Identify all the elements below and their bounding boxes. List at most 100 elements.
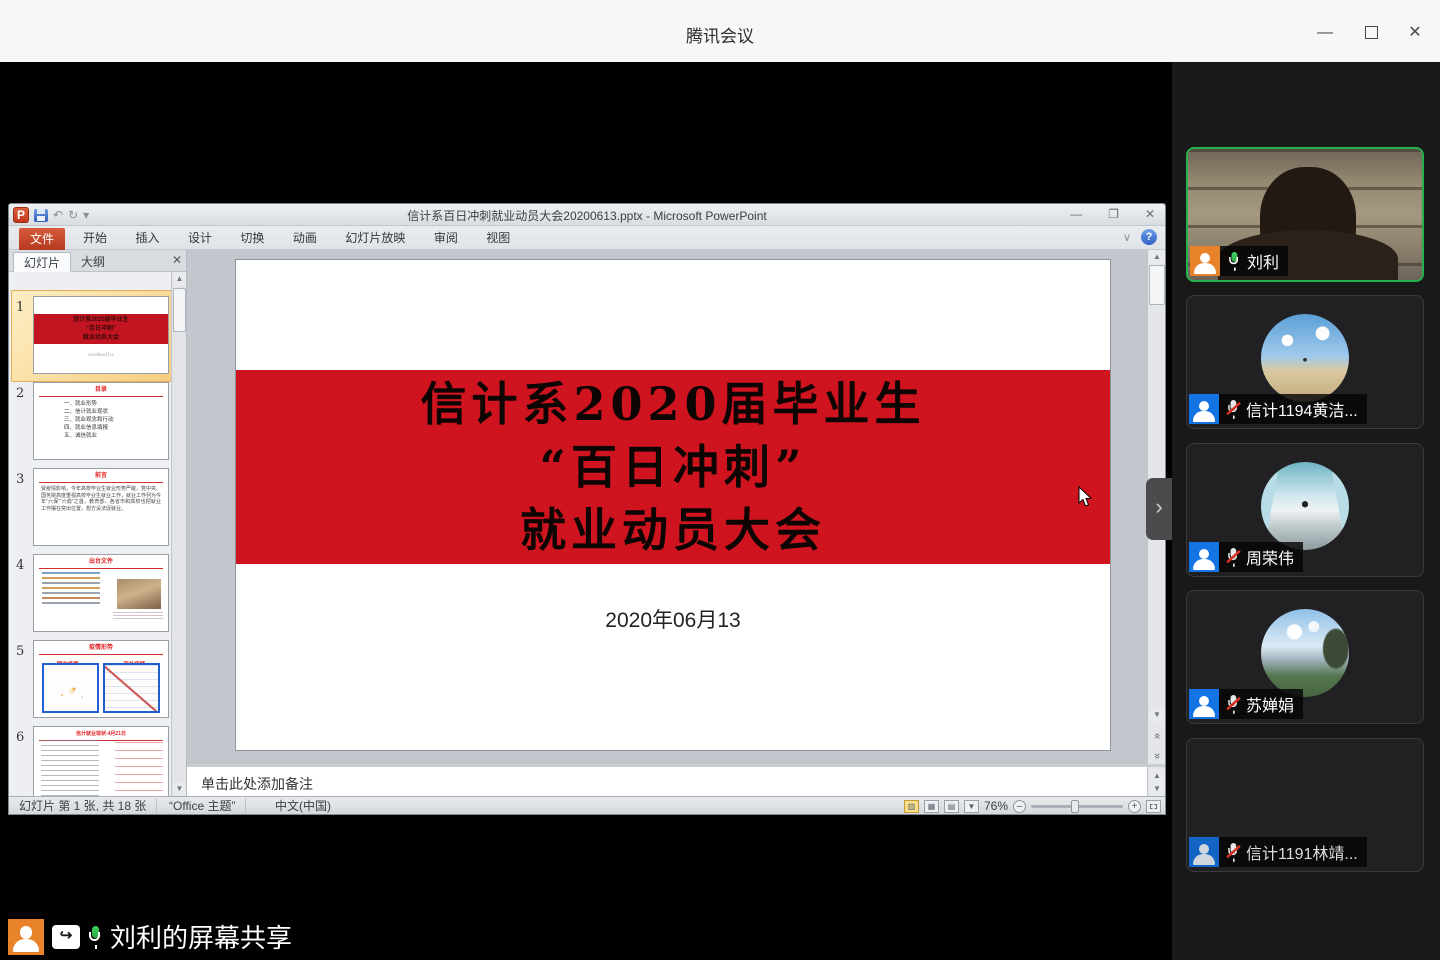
ppt-window-title: 信计系百日冲刺就业动员大会20200613.pptx - Microsoft P…	[407, 209, 767, 223]
participant-name: 信计1194黄洁...	[1246, 403, 1358, 420]
zoom-slider[interactable]	[1031, 799, 1123, 813]
status-slide-counter: 幻灯片 第 1 张, 共 18 张	[9, 798, 158, 814]
tab-insert[interactable]: 插入	[123, 226, 171, 250]
meeting-titlebar: 腾讯会议 — ✕	[0, 0, 1440, 62]
participant-tile[interactable]: 苏婵娟	[1186, 590, 1424, 724]
save-icon[interactable]	[34, 208, 48, 222]
pane-tab-slides[interactable]: 幻灯片	[13, 252, 72, 272]
thumb4-text-line	[42, 572, 100, 574]
tab-animations[interactable]: 动画	[281, 226, 329, 250]
powerpoint-logo-icon[interactable]: P	[13, 207, 29, 223]
scroll-up-icon[interactable]: ▲	[1149, 769, 1165, 783]
participant-badge-icon	[1189, 394, 1219, 424]
thumb-number: 1	[16, 300, 25, 315]
participant-avatar	[1261, 462, 1349, 550]
zoom-out-icon[interactable]: –	[1013, 799, 1026, 813]
screen-share-stage: P ↶ ↻ ▾ 信计系百日冲刺就业动员大会20200613.pptx - Mic…	[0, 62, 1172, 960]
maximize-icon[interactable]	[1362, 24, 1380, 42]
notes-pane[interactable]: 单击此处添加备注	[187, 764, 1147, 796]
redo-icon[interactable]: ↻	[68, 208, 78, 222]
mic-on-icon	[1228, 251, 1239, 271]
minimize-icon[interactable]: —	[1316, 24, 1334, 42]
scroll-down-icon[interactable]: ▼	[173, 782, 186, 796]
ppt-restore-icon[interactable]: ❐	[1108, 207, 1119, 221]
tab-home[interactable]: 开始	[71, 226, 119, 250]
close-icon[interactable]: ✕	[1406, 24, 1424, 42]
scrollbar-thumb[interactable]	[173, 288, 186, 332]
host-badge-icon	[1190, 246, 1220, 276]
participant-badge-icon	[1189, 542, 1219, 572]
ppt-close-icon[interactable]: ✕	[1145, 207, 1155, 221]
scroll-down-icon[interactable]: ▼	[1149, 782, 1165, 796]
slide-thumbnail-1[interactable]: 信计系2020届毕业生 “百日冲刺” 就业动员大会 2020年06月13	[33, 296, 169, 374]
slide-thumbnail-6[interactable]: 信计就业现状-4月21日	[33, 726, 169, 806]
scrollbar-thumb[interactable]	[1149, 265, 1165, 305]
slide-thumbnail-4[interactable]: 出台文件	[33, 554, 169, 632]
thumbnail-scrollbar[interactable]: ▲ ▼	[171, 272, 186, 796]
thumb5-trend-chart	[103, 663, 160, 713]
tab-view[interactable]: 视图	[474, 226, 522, 250]
normal-view-icon[interactable]: ▥	[903, 799, 919, 813]
fit-to-window-icon[interactable]	[1146, 799, 1161, 813]
thumbnail-list: 1 信计系2020届毕业生 “百日冲刺” 就业动员大会 2020年06月13 2…	[9, 272, 175, 806]
ribbon-expand-icon[interactable]: ∨	[1123, 231, 1131, 244]
tab-transitions[interactable]: 切换	[228, 226, 276, 250]
thumb-number: 6	[16, 730, 25, 745]
reading-view-icon[interactable]: ▤	[943, 799, 959, 813]
zoom-in-icon[interactable]: +	[1128, 799, 1141, 813]
slide-thumbnail-3[interactable]: 前言 受疫情影响，今年高校毕业生就业形势严峻，党中央、国务院高度重视高校毕业生就…	[33, 468, 169, 546]
meeting-title: 腾讯会议	[686, 27, 754, 46]
thumb1-date: 2020年06月13	[88, 352, 114, 357]
participant-tile[interactable]: 信计1191林靖...	[1186, 738, 1424, 872]
slide-title-line: “百日冲刺”	[539, 439, 807, 494]
thumb-number: 3	[16, 472, 25, 487]
scroll-up-icon[interactable]: ▲	[1149, 250, 1165, 264]
zoom-percent[interactable]: 76%	[984, 799, 1008, 813]
thumb4-text-line	[42, 597, 100, 599]
slide-thumbnail-2[interactable]: 目录 一、就业形势 二、信计就业现状 三、就业观念和行动 四、就业信息填报 五、…	[33, 382, 169, 460]
slideshow-icon[interactable]: ▼	[963, 799, 979, 813]
participant-avatar	[1261, 757, 1349, 845]
mic-on-icon	[88, 925, 102, 949]
status-language[interactable]: 中文(中国)	[265, 798, 341, 814]
panel-collapse-handle[interactable]: ›	[1146, 478, 1172, 540]
mouse-cursor	[1078, 486, 1093, 507]
pane-header: 幻灯片 大纲 ✕	[9, 250, 186, 272]
participant-badge-icon	[1189, 837, 1219, 867]
ppt-minimize-icon[interactable]: —	[1070, 207, 1082, 221]
sharer-badge-icon	[8, 918, 44, 955]
thumb-number: 4	[16, 558, 25, 573]
quick-access-toolbar: P ↶ ↻ ▾	[13, 206, 89, 224]
undo-icon[interactable]: ↶	[53, 208, 63, 222]
participant-tile[interactable]: 周荣伟	[1186, 443, 1424, 577]
tab-design[interactable]: 设计	[176, 226, 224, 250]
notes-placeholder[interactable]: 单击此处添加备注	[201, 774, 313, 794]
participant-tile-active[interactable]: 刘利	[1186, 147, 1424, 282]
scroll-up-icon[interactable]: ▲	[173, 272, 186, 286]
share-banner-label: 刘利的屏幕共享	[110, 923, 293, 953]
slide-editor: 信计系2020届毕业生 “百日冲刺” 就业动员大会 2020年06月13 ▲ ▼…	[187, 250, 1165, 796]
slide-sorter-icon[interactable]: ▦	[923, 799, 939, 813]
mic-muted-icon	[1227, 547, 1238, 567]
previous-slide-icon[interactable]: «	[1149, 726, 1165, 742]
notes-scrollbar[interactable]: ▲ ▼	[1147, 764, 1165, 796]
help-icon[interactable]: ?	[1141, 229, 1157, 245]
participant-avatar	[1261, 609, 1349, 697]
participant-tile[interactable]: 信计1194黄洁...	[1186, 295, 1424, 429]
slide-canvas[interactable]: 信计系2020届毕业生 “百日冲刺” 就业动员大会 2020年06月13	[235, 259, 1111, 751]
pane-close-icon[interactable]: ✕	[172, 253, 182, 267]
participant-name: 周荣伟	[1246, 551, 1295, 568]
tab-review[interactable]: 审阅	[422, 226, 470, 250]
scroll-down-icon[interactable]: ▼	[1149, 708, 1165, 722]
tab-slideshow[interactable]: 幻灯片放映	[333, 226, 417, 250]
slide-thumbnail-5[interactable]: 疫情形势 国内疫情 海外疫情	[33, 640, 169, 718]
next-slide-icon[interactable]: »	[1149, 746, 1165, 762]
participant-avatar	[1261, 314, 1349, 402]
qat-dropdown-icon[interactable]: ▾	[83, 208, 89, 222]
thumb4-photo	[117, 579, 161, 609]
pane-tab-outline[interactable]: 大纲	[71, 252, 115, 272]
thumb4-text-line	[42, 592, 100, 594]
zoom-slider-handle[interactable]	[1071, 799, 1079, 813]
participants-panel: 刘利 信计1194黄洁... 周荣伟 苏婵娟 信计1191林靖...	[1172, 62, 1440, 960]
tab-file[interactable]: 文件	[19, 228, 65, 250]
